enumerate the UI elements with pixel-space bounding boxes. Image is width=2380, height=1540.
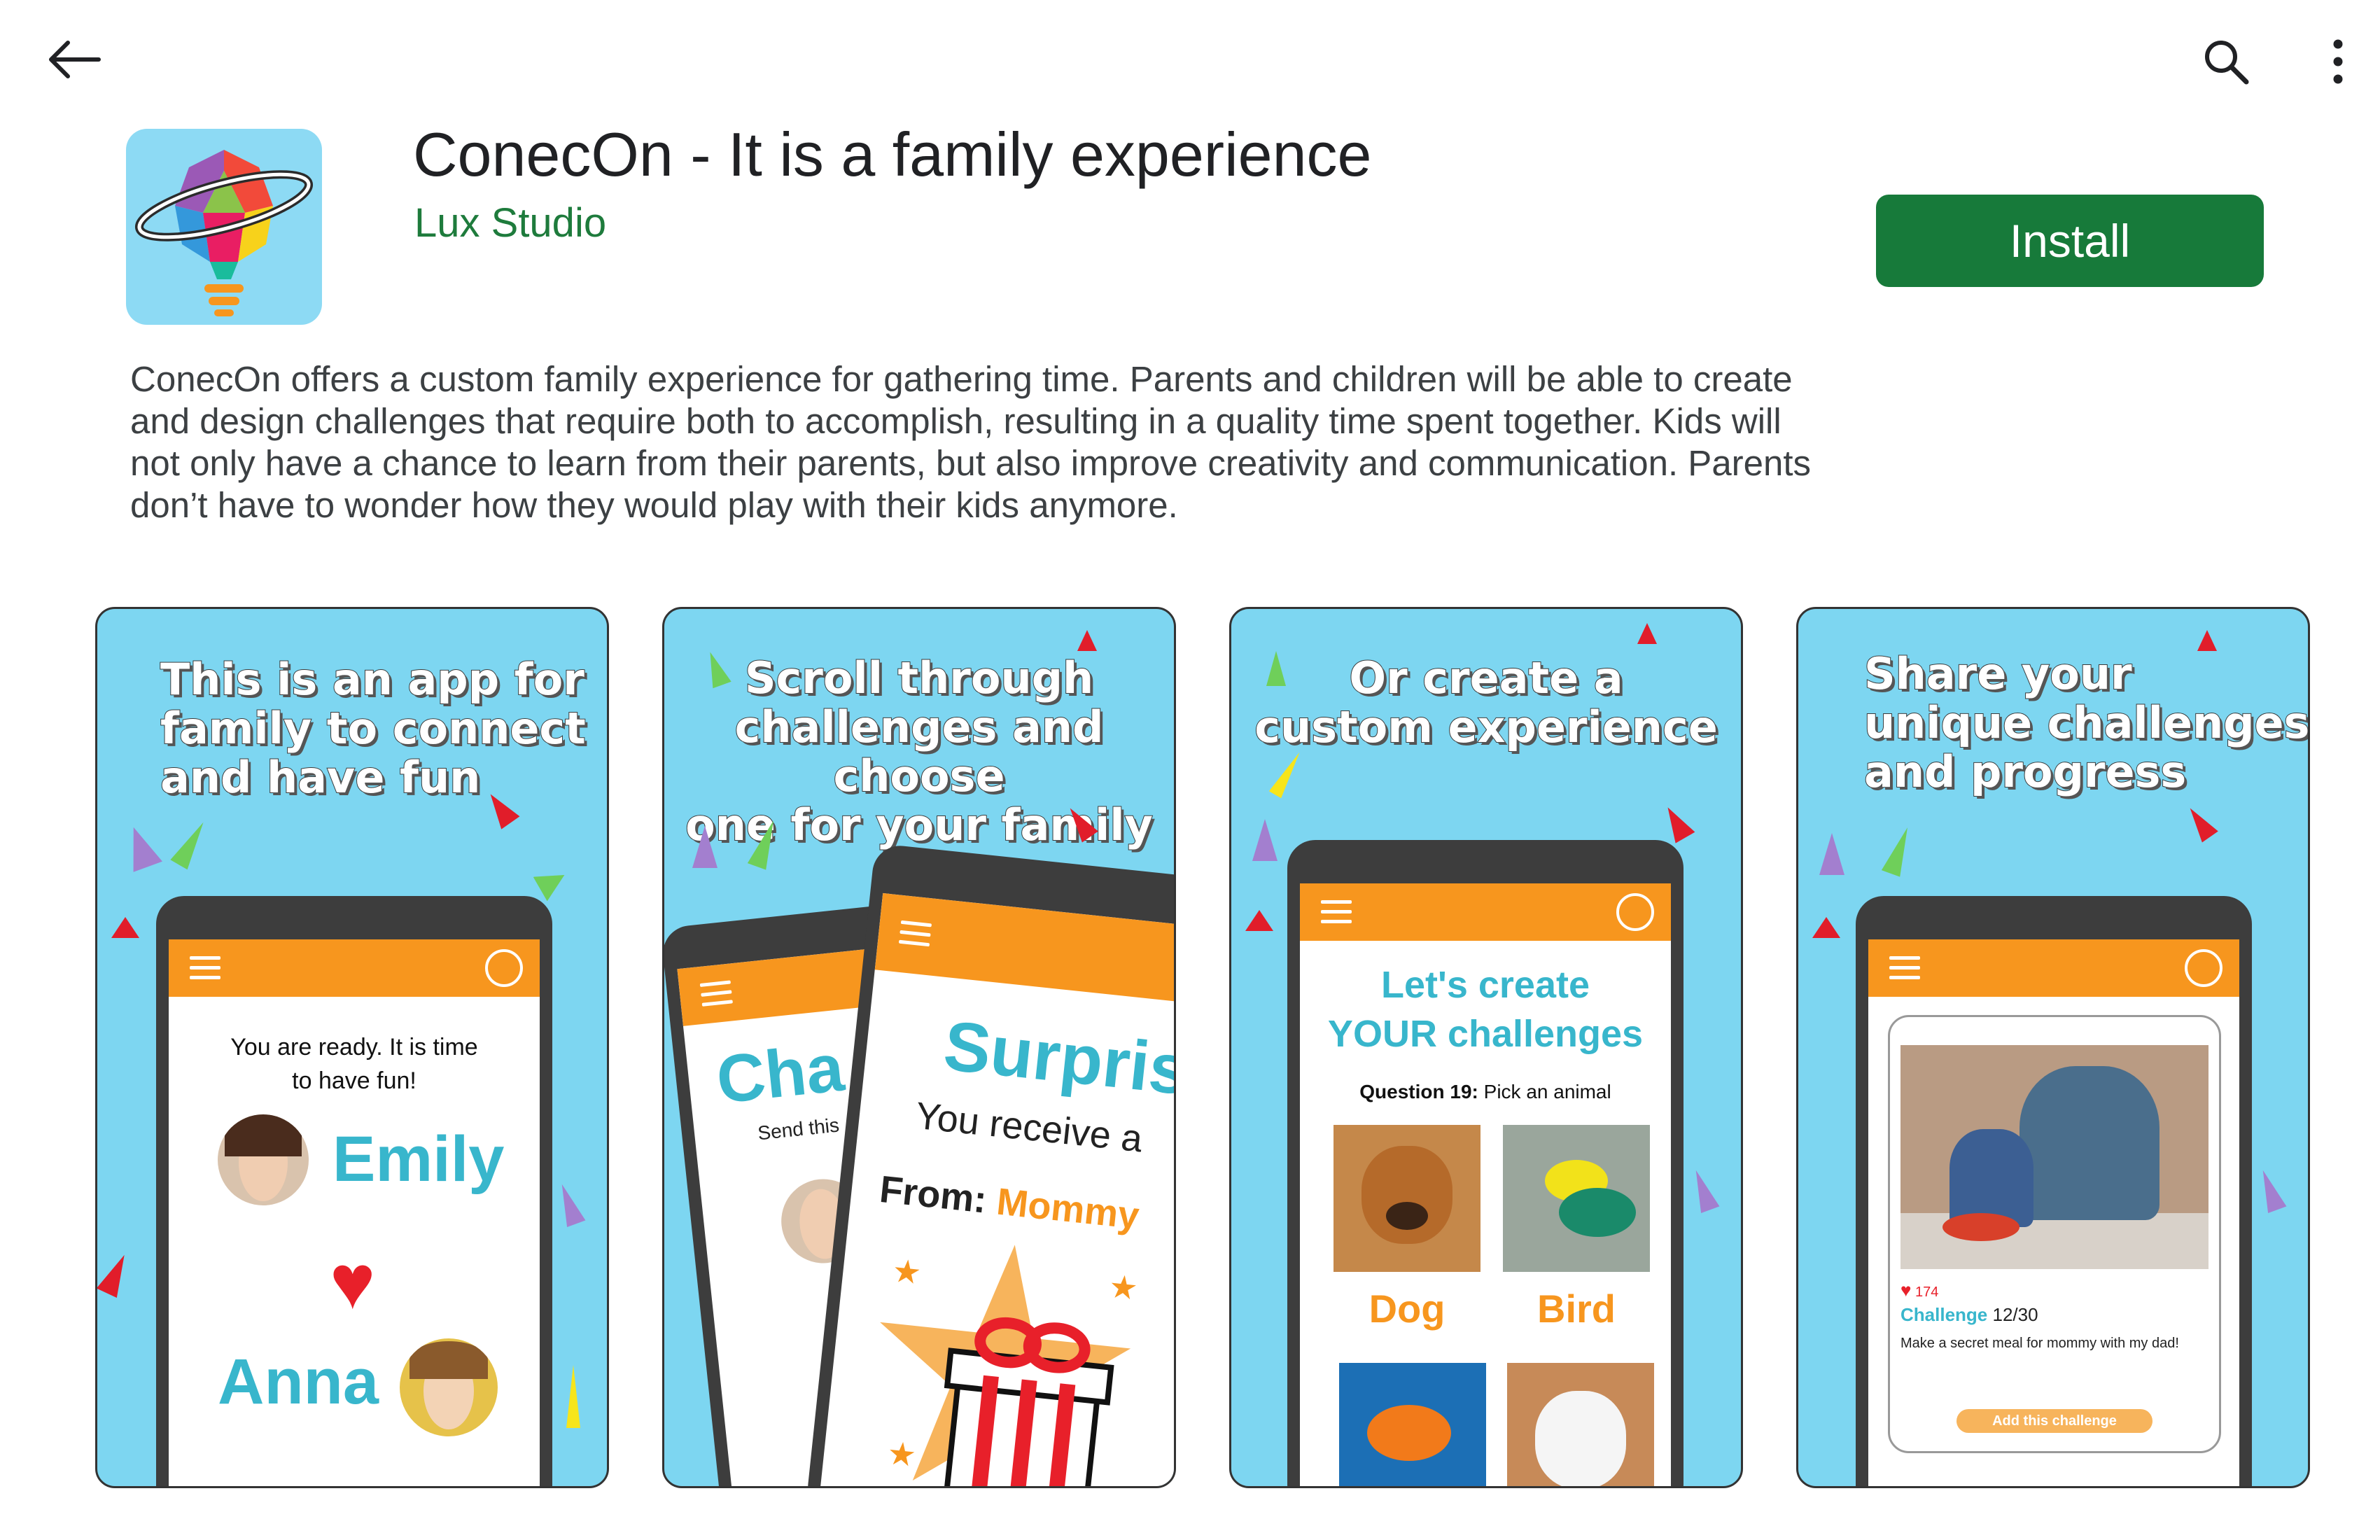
screenshot-2[interactable]: Scroll through challenges and choose one… (662, 607, 1176, 1488)
confetti-shape (1268, 748, 1306, 799)
confetti-shape (2197, 630, 2217, 651)
cooking-photo (1900, 1045, 2208, 1269)
challenge-subtitle: Send this (756, 1114, 841, 1144)
more-options-button[interactable] (2310, 27, 2366, 97)
confetti-shape (1245, 910, 1273, 931)
search-icon (2205, 41, 2249, 85)
menu-icon (1321, 900, 1352, 924)
more-vert-icon (2333, 39, 2343, 84)
phone-mockup: You are ready. It is time to have fun! E… (156, 896, 552, 1486)
phone-screen: ♥ 174 Challenge 12/30 Make a secret meal… (1868, 939, 2239, 1486)
confetti-shape (170, 817, 212, 870)
fish-photo[interactable] (1339, 1363, 1486, 1486)
search-button[interactable] (2191, 27, 2261, 97)
svg-text:★: ★ (886, 1434, 918, 1474)
menu-icon (1889, 956, 1920, 980)
menu-icon (898, 920, 932, 947)
confetti-shape (119, 822, 162, 872)
install-button[interactable]: Install (1876, 195, 2264, 287)
confetti-shape (1252, 819, 1278, 861)
confetti-shape (1658, 802, 1695, 844)
surprise-title: Surpris (940, 1006, 1176, 1110)
challenge-progress: Challenge 12/30 (1900, 1304, 2038, 1326)
challenge-title: Cha (713, 1030, 848, 1118)
from-label: From: (877, 1168, 989, 1222)
option-bird-label: Bird (1537, 1287, 1616, 1331)
create-title: Let's create YOUR challenges (1327, 964, 1644, 1055)
menu-icon (190, 956, 220, 980)
confetti-shape (1637, 623, 1657, 644)
app-bar (874, 892, 1174, 1007)
add-challenge-button[interactable]: Add this challenge (1956, 1409, 2152, 1433)
confetti-shape (692, 826, 718, 868)
challenge-text: Make a secret meal for mommy with my dad… (1900, 1336, 2179, 1351)
phone-screen: Let's create YOUR challenges Question 19… (1300, 883, 1671, 1486)
app-bar (1868, 939, 2239, 997)
app-bar (1300, 883, 1671, 941)
dog-photo[interactable] (1334, 1125, 1480, 1272)
question-text: Pick an animal (1483, 1081, 1611, 1102)
screenshot-caption: Or create a custom experience (1254, 652, 1718, 752)
avatar (400, 1338, 498, 1436)
surprise-subtitle: You receive a (913, 1094, 1144, 1161)
developer-link[interactable]: Lux Studio (414, 200, 606, 246)
top-app-bar (0, 0, 2380, 112)
challenge-label: Challenge (1900, 1304, 1988, 1325)
screenshot-1[interactable]: This is an app for family to connect and… (95, 607, 609, 1488)
phone-screen: You are ready. It is time to have fun! E… (169, 939, 540, 1486)
profile-icon (2185, 949, 2222, 987)
phone-mockup: Let's create YOUR challenges Question 19… (1287, 840, 1684, 1486)
user-name-1: Emily (332, 1124, 505, 1195)
menu-icon (699, 980, 733, 1007)
heart-icon[interactable]: ♥ (1900, 1280, 1911, 1301)
confetti-shape (533, 862, 572, 902)
svg-text:★: ★ (1107, 1268, 1140, 1307)
profile-icon (485, 949, 523, 987)
back-button[interactable] (35, 28, 112, 91)
screenshot-caption: Scroll through challenges and choose one… (685, 652, 1154, 850)
app-title: ConecOn - It is a family experience (413, 120, 1372, 189)
confetti-shape (566, 1365, 580, 1428)
confetti-shape (2182, 802, 2218, 843)
arrow-left-icon (49, 41, 101, 78)
profile-icon (1616, 893, 1654, 931)
from-value: Mommy (994, 1180, 1142, 1238)
likes-count: 174 (1915, 1284, 1939, 1300)
confetti-shape (1812, 917, 1840, 938)
challenge-count: 12/30 (1992, 1304, 2038, 1325)
confetti-shape (1881, 824, 1917, 877)
avatar (218, 1114, 309, 1205)
challenge-card[interactable]: ♥ 174 Challenge 12/30 Make a secret meal… (1888, 1015, 2221, 1453)
lightbulb-gem-logo-icon (134, 150, 314, 316)
confetti-shape (1266, 651, 1286, 686)
confetti-shape (1819, 833, 1844, 875)
phone-screen: Surpris You receive a From: Mommy ★ ★ ★ (818, 892, 1176, 1486)
cat-photo[interactable] (1507, 1363, 1654, 1486)
option-dog-label: Dog (1368, 1287, 1446, 1331)
screenshot-caption: This is an app for family to connect and… (160, 654, 587, 803)
screenshot-3[interactable]: Or create a custom experience Let's crea… (1229, 607, 1743, 1488)
confetti-shape (111, 917, 139, 938)
heart-icon: ♥ (330, 1239, 376, 1325)
user-name-2: Anna (218, 1346, 379, 1418)
app-description: ConecOn offers a custom family experienc… (130, 359, 1812, 525)
app-bar (169, 939, 540, 997)
gift-icon: ★ ★ ★ (880, 1245, 1140, 1486)
screenshot-4[interactable]: Share your unique challenges and progres… (1796, 607, 2310, 1488)
question-label: Question 19: (1359, 1081, 1478, 1102)
svg-text:★: ★ (890, 1252, 923, 1291)
phone-mockup: ♥ 174 Challenge 12/30 Make a secret meal… (1856, 896, 2252, 1486)
confetti-shape (97, 1250, 135, 1298)
likes-row: ♥ 174 (1900, 1280, 1938, 1301)
confetti-shape (1077, 630, 1097, 651)
question-row: Question 19: Pick an animal (1300, 1081, 1671, 1103)
bird-photo[interactable] (1503, 1125, 1650, 1272)
screenshot-caption: Share your unique challenges and progres… (1863, 648, 2310, 797)
confetti-shape (1686, 1167, 1720, 1213)
app-icon (126, 129, 322, 325)
confetti-shape (552, 1181, 586, 1227)
ready-message: You are ready. It is time to have fun! (230, 1034, 478, 1094)
confetti-shape (2253, 1167, 2287, 1213)
